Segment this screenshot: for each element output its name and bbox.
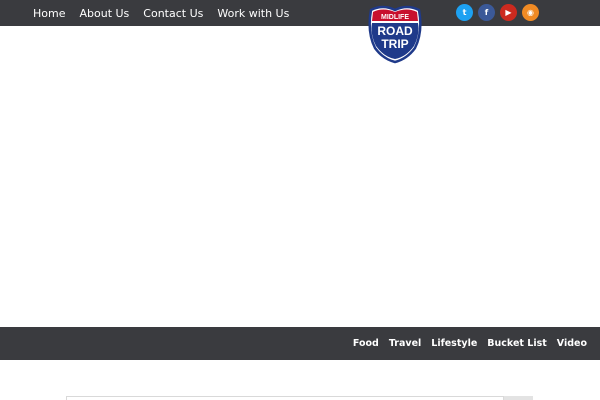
nav-contact-link[interactable]: Contact Us bbox=[143, 7, 203, 20]
top-navigation-bar: Home About Us Contact Us Work with Us t … bbox=[0, 0, 600, 26]
twitter-icon[interactable]: t bbox=[456, 4, 473, 21]
category-travel-link[interactable]: Travel bbox=[389, 338, 421, 349]
logo-trip-text: TRIP bbox=[381, 37, 408, 51]
logo-road-text: ROAD bbox=[377, 24, 413, 38]
nav-work-with-us-link[interactable]: Work with Us bbox=[217, 7, 289, 20]
nav-about-link[interactable]: About Us bbox=[79, 7, 129, 20]
logo-midlife-text: MIDLIFE bbox=[381, 14, 409, 21]
category-navigation-bar: Food Travel Lifestyle Bucket List Video bbox=[0, 327, 600, 360]
category-food-link[interactable]: Food bbox=[353, 338, 379, 349]
rss-icon[interactable]: ◉ bbox=[522, 4, 539, 21]
nav-home-link[interactable]: Home bbox=[33, 7, 65, 20]
search-button[interactable] bbox=[504, 396, 533, 400]
main-menu: Home About Us Contact Us Work with Us bbox=[26, 0, 296, 26]
site-logo[interactable]: MIDLIFE ROAD TRIP bbox=[365, 2, 425, 64]
youtube-icon[interactable]: ▶ bbox=[500, 4, 517, 21]
category-lifestyle-link[interactable]: Lifestyle bbox=[431, 338, 477, 349]
category-bucket-list-link[interactable]: Bucket List bbox=[487, 338, 547, 349]
social-links: t f ▶ ◉ bbox=[456, 4, 544, 22]
category-menu: Food Travel Lifestyle Bucket List Video bbox=[353, 327, 587, 360]
search-input[interactable] bbox=[66, 396, 504, 400]
interstate-shield-logo: MIDLIFE ROAD TRIP bbox=[368, 5, 422, 64]
facebook-icon[interactable]: f bbox=[478, 4, 495, 21]
category-video-link[interactable]: Video bbox=[557, 338, 587, 349]
